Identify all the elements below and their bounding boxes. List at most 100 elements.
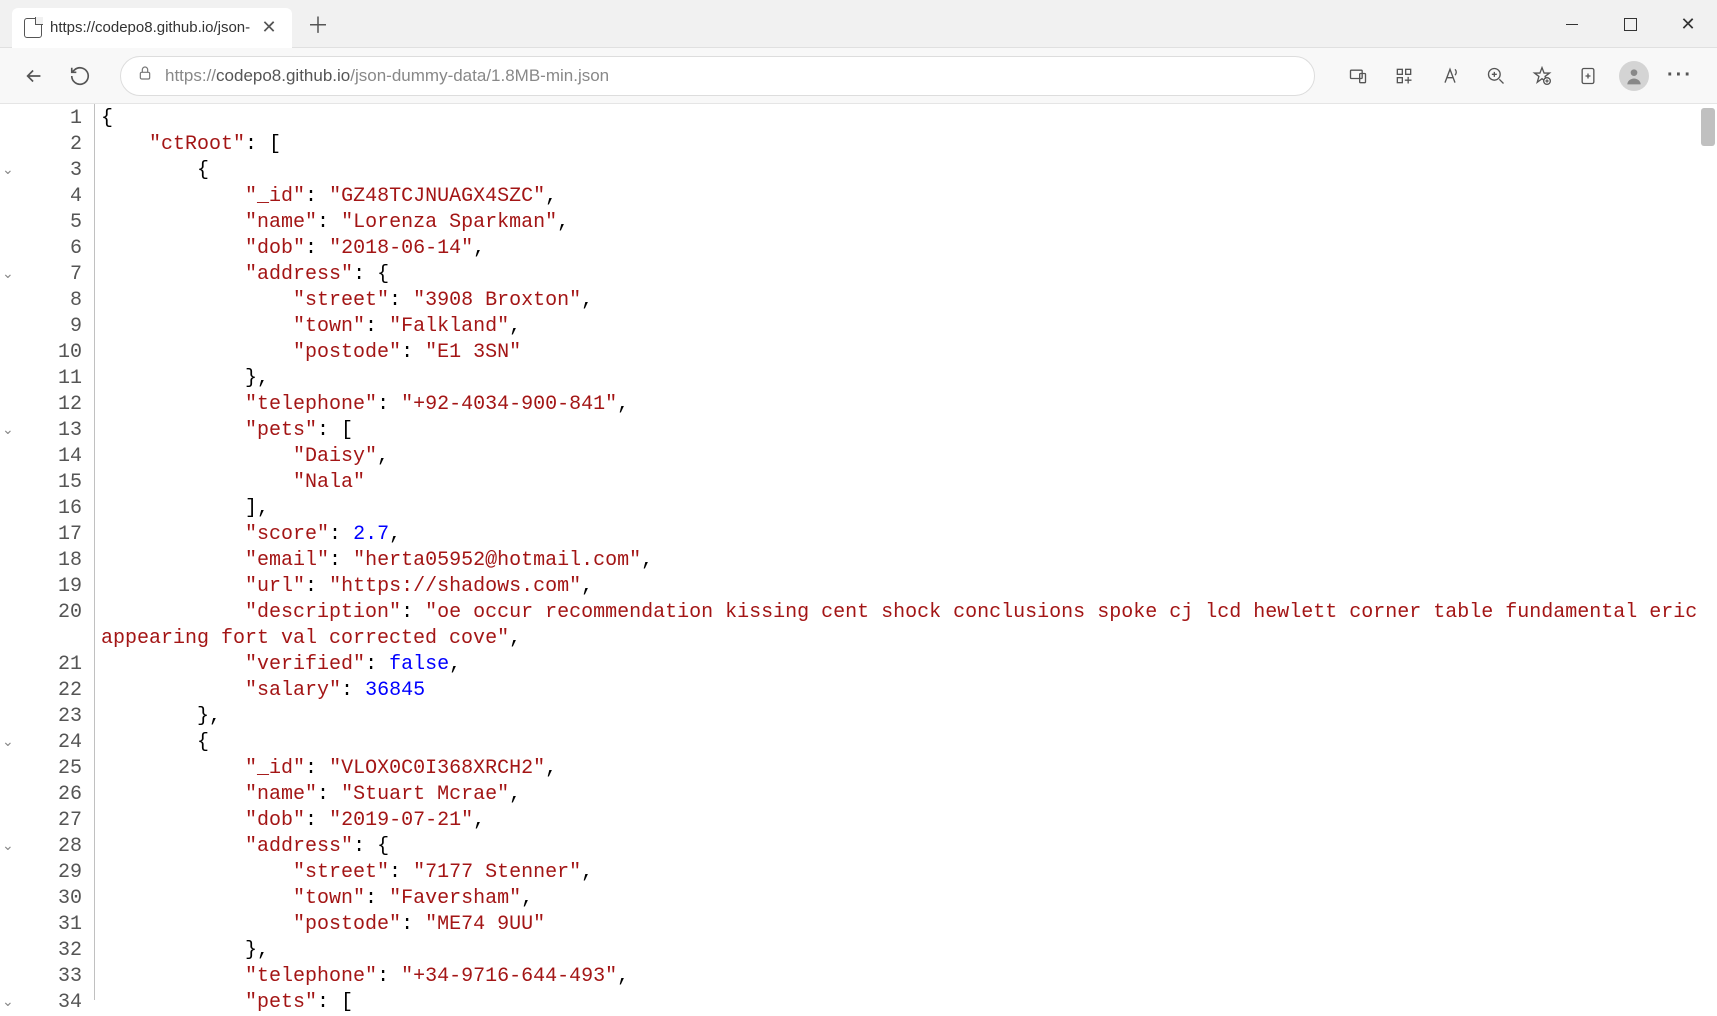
close-tab-icon[interactable]: ✕ xyxy=(258,17,280,39)
code-line: }, xyxy=(101,938,1717,964)
fold-toggle-icon[interactable]: ⌄ xyxy=(2,262,14,288)
line-number: 30 xyxy=(0,886,94,912)
code-line: "town": "Falkland", xyxy=(101,314,1717,340)
fold-toggle-icon[interactable]: ⌄ xyxy=(2,834,14,860)
code-line: "email": "herta05952@hotmail.com", xyxy=(101,548,1717,574)
line-number: 29 xyxy=(0,860,94,886)
maximize-button[interactable] xyxy=(1601,0,1659,48)
fold-toggle-icon[interactable]: ⌄ xyxy=(2,730,14,756)
refresh-button[interactable] xyxy=(64,60,96,92)
profile-avatar[interactable] xyxy=(1615,57,1653,95)
line-number: 32 xyxy=(0,938,94,964)
line-number: 6 xyxy=(0,236,94,262)
line-number: 9 xyxy=(0,314,94,340)
line-number: 13 xyxy=(0,418,94,444)
line-number: 21 xyxy=(0,652,94,678)
code-line: "telephone": "+34-9716-644-493", xyxy=(101,964,1717,990)
window-controls: ✕ xyxy=(1543,0,1717,48)
toolbar-actions: ··· xyxy=(1339,57,1699,95)
favorites-icon[interactable] xyxy=(1523,57,1561,95)
code-line: "_id": "VLOX0C0I368XRCH2", xyxy=(101,756,1717,782)
line-number: 22 xyxy=(0,678,94,704)
code-line: "description": "oe occur recommendation … xyxy=(101,600,1717,652)
url-text: https://codepo8.github.io/json-dummy-dat… xyxy=(165,66,1298,86)
code-line: "name": "Stuart Mcrae", xyxy=(101,782,1717,808)
fold-toggle-icon[interactable]: ⌄ xyxy=(2,158,14,184)
line-number: 12 xyxy=(0,392,94,418)
line-number: 33 xyxy=(0,964,94,990)
code-line: { xyxy=(101,106,1717,132)
line-number: 4 xyxy=(0,184,94,210)
code-line: "street": "3908 Broxton", xyxy=(101,288,1717,314)
line-number: 24 xyxy=(0,730,94,756)
vertical-scrollbar[interactable] xyxy=(1701,108,1715,988)
code-line: }, xyxy=(101,366,1717,392)
code-line: "url": "https://shadows.com", xyxy=(101,574,1717,600)
code-line: "postode": "ME74 9UU" xyxy=(101,912,1717,938)
apps-icon[interactable] xyxy=(1385,57,1423,95)
more-menu-icon[interactable]: ··· xyxy=(1661,57,1699,95)
code-line: "_id": "GZ48TCJNUAGX4SZC", xyxy=(101,184,1717,210)
code-line: "telephone": "+92-4034-900-841", xyxy=(101,392,1717,418)
code-line: "address": { xyxy=(101,834,1717,860)
line-number: 26 xyxy=(0,782,94,808)
browser-tab[interactable]: https://codepo8.github.io/json- ✕ xyxy=(12,8,292,48)
line-number: 15 xyxy=(0,470,94,496)
line-number: 23 xyxy=(0,704,94,730)
line-number: 11 xyxy=(0,366,94,392)
line-number: 3 xyxy=(0,158,94,184)
code-line: "Daisy", xyxy=(101,444,1717,470)
scrollbar-thumb[interactable] xyxy=(1701,108,1715,146)
line-number: 8 xyxy=(0,288,94,314)
json-content[interactable]: { "ctRoot": [ { "_id": "GZ48TCJNUAGX4SZC… xyxy=(95,104,1717,1000)
fold-toggle-icon[interactable]: ⌄ xyxy=(2,418,14,444)
collections-icon[interactable] xyxy=(1569,57,1607,95)
code-line: }, xyxy=(101,704,1717,730)
code-line: "score": 2.7, xyxy=(101,522,1717,548)
code-line: "address": { xyxy=(101,262,1717,288)
code-line: "salary": 36845 xyxy=(101,678,1717,704)
line-number: 19 xyxy=(0,574,94,600)
line-number: 27 xyxy=(0,808,94,834)
code-line: "street": "7177 Stenner", xyxy=(101,860,1717,886)
code-line: { xyxy=(101,730,1717,756)
fold-toggle-icon[interactable]: ⌄ xyxy=(2,990,14,1016)
line-number: 10 xyxy=(0,340,94,366)
device-icon[interactable] xyxy=(1339,57,1377,95)
line-number-gutter: 1234567891011121314151617181920 21222324… xyxy=(0,104,95,1000)
code-line: "dob": "2019-07-21", xyxy=(101,808,1717,834)
code-line: "town": "Faversham", xyxy=(101,886,1717,912)
line-number: 31 xyxy=(0,912,94,938)
code-line: "name": "Lorenza Sparkman", xyxy=(101,210,1717,236)
line-number: 5 xyxy=(0,210,94,236)
line-number: 17 xyxy=(0,522,94,548)
new-tab-button[interactable]: ＋ xyxy=(300,6,336,42)
line-number: 16 xyxy=(0,496,94,522)
line-number: 28 xyxy=(0,834,94,860)
zoom-icon[interactable] xyxy=(1477,57,1515,95)
code-line: "verified": false, xyxy=(101,652,1717,678)
line-number: 34 xyxy=(0,990,94,1016)
page-icon xyxy=(24,18,42,38)
address-bar[interactable]: https://codepo8.github.io/json-dummy-dat… xyxy=(120,56,1315,96)
code-line: "postode": "E1 3SN" xyxy=(101,340,1717,366)
line-number: 14 xyxy=(0,444,94,470)
minimize-button[interactable] xyxy=(1543,0,1601,48)
code-line: "pets": [ xyxy=(101,418,1717,444)
tab-bar: https://codepo8.github.io/json- ✕ ＋ xyxy=(0,0,1717,48)
tab-title: https://codepo8.github.io/json- xyxy=(50,19,250,36)
line-number: 25 xyxy=(0,756,94,782)
code-line: ], xyxy=(101,496,1717,522)
code-line: "dob": "2018-06-14", xyxy=(101,236,1717,262)
code-line: "ctRoot": [ xyxy=(101,132,1717,158)
read-aloud-icon[interactable] xyxy=(1431,57,1469,95)
line-number: 7 xyxy=(0,262,94,288)
browser-toolbar: https://codepo8.github.io/json-dummy-dat… xyxy=(0,48,1717,104)
back-button[interactable] xyxy=(18,60,50,92)
code-line: "pets": [ xyxy=(101,990,1717,1016)
line-number: 18 xyxy=(0,548,94,574)
code-line: "Nala" xyxy=(101,470,1717,496)
lock-icon xyxy=(137,65,153,86)
line-number: 2 xyxy=(0,132,94,158)
close-window-button[interactable]: ✕ xyxy=(1659,0,1717,48)
